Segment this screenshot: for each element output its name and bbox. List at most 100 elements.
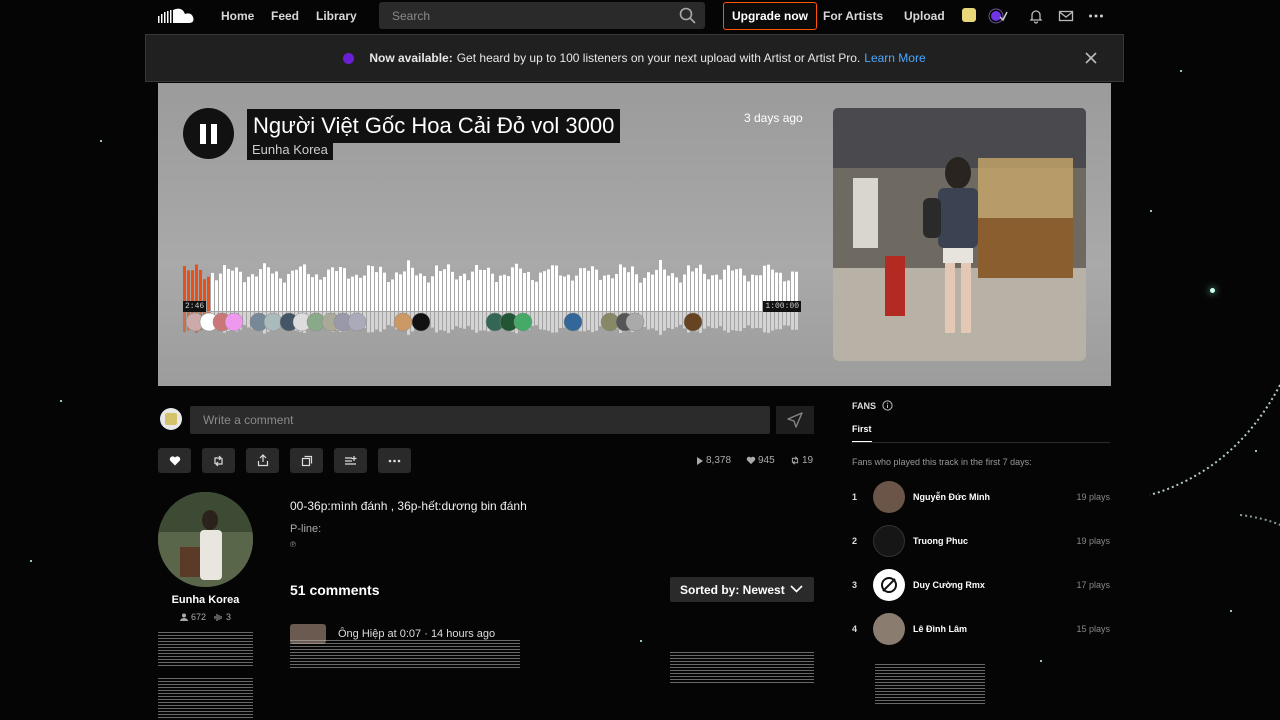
close-icon[interactable] [1084, 51, 1098, 65]
banner-text: Get heard by up to 100 listeners on your… [456, 51, 861, 65]
notifications-bell-icon[interactable] [1028, 8, 1044, 24]
messages-mail-icon[interactable] [1058, 8, 1074, 24]
share-button[interactable] [246, 448, 279, 473]
timed-comment-avatar[interactable] [263, 312, 283, 332]
waveform-reflection-bar [719, 312, 722, 327]
waveform-reflection-bar [367, 312, 370, 333]
info-icon[interactable] [882, 400, 893, 411]
waveform-reflection-bar [751, 312, 754, 329]
artist-pro-icon[interactable] [988, 8, 1008, 24]
more-options-icon[interactable] [1088, 8, 1104, 24]
soundcloud-logo-icon[interactable] [158, 7, 196, 25]
elapsed-time: 2:46 [183, 301, 207, 312]
send-comment-button[interactable] [776, 406, 814, 434]
waveform-bar [595, 269, 598, 311]
waveform-reflection-bar [183, 312, 186, 333]
repost-button[interactable] [202, 448, 235, 473]
waveform-bar [279, 278, 282, 311]
waveform-reflection-bar [475, 312, 478, 333]
waveform-bar [703, 273, 706, 311]
waveform-bar [459, 275, 462, 311]
timed-comment-avatar[interactable] [393, 312, 413, 332]
timed-comment-avatar[interactable] [411, 312, 431, 332]
waveform-bar [583, 268, 586, 311]
waveform-reflection-bar [663, 312, 666, 331]
fan-row[interactable]: 1 Nguyễn Đức Minh 19 plays [852, 481, 1110, 513]
timed-comment-avatar[interactable] [347, 312, 367, 332]
learn-more-link[interactable]: Learn More [864, 51, 925, 65]
waveform-reflection-bar [707, 312, 710, 327]
waveform-bar [387, 281, 390, 311]
waveform-bar [727, 265, 730, 311]
fan-row[interactable]: 3 Duy Cường Rmx 17 plays [852, 569, 1110, 601]
nav-feed[interactable]: Feed [271, 9, 299, 23]
p-line-symbol: ℗ [290, 540, 296, 549]
add-to-playlist-button[interactable] [334, 448, 367, 473]
fans-title: FANS [852, 400, 877, 411]
waveform-bar [495, 281, 498, 311]
waveform-bar [351, 276, 354, 311]
upgrade-now-button[interactable]: Upgrade now [723, 2, 817, 30]
search-input[interactable] [379, 8, 669, 23]
top-navigation: Home Feed Library Upgrade now For Artist… [0, 0, 1280, 32]
nav-for-artists[interactable]: For Artists [823, 9, 883, 23]
sort-comments-dropdown[interactable]: Sorted by: Newest [670, 577, 814, 602]
timed-comment-avatar[interactable] [563, 312, 583, 332]
waveform-bar [467, 280, 470, 311]
repost-count[interactable]: 19 [790, 455, 813, 466]
chevron-down-icon [790, 585, 803, 593]
fan-rank: 3 [852, 580, 858, 590]
waveform-reflection-bar [379, 312, 382, 332]
comment-input[interactable] [190, 406, 770, 434]
waveform-reflection-bar [763, 312, 766, 333]
timed-comment-avatar[interactable] [513, 312, 533, 332]
artist-name-link[interactable]: Eunha Korea [158, 594, 253, 606]
search-icon[interactable] [679, 7, 696, 24]
tab-first[interactable]: First [852, 424, 872, 442]
artist-avatar[interactable] [158, 492, 253, 587]
nav-home[interactable]: Home [221, 9, 254, 23]
waveform-bar [683, 274, 686, 311]
waveform-bar [451, 271, 454, 311]
timed-comment-avatar[interactable] [224, 312, 244, 332]
waveform-bar [579, 268, 582, 311]
tracks-icon [214, 614, 222, 621]
like-button[interactable] [158, 448, 191, 473]
waveform-bar [647, 272, 650, 311]
waveform-bar [655, 269, 658, 311]
timed-comment-avatar[interactable] [625, 312, 645, 332]
waveform-bar [215, 280, 218, 311]
copy-link-button[interactable] [290, 448, 323, 473]
waveform-bar [323, 277, 326, 311]
fan-row[interactable]: 2 Truong Phuc 19 plays [852, 525, 1110, 557]
repost-icon [214, 455, 223, 466]
nav-upload[interactable]: Upload [904, 9, 945, 23]
fan-row[interactable]: 4 Lê Đình Lâm 15 plays [852, 613, 1110, 645]
waveform-reflection-bar [731, 312, 734, 331]
waveform-reflection-bar [243, 312, 246, 325]
like-count[interactable]: 945 [746, 455, 775, 466]
fan-plays: 17 plays [1076, 580, 1110, 590]
user-avatar[interactable] [962, 8, 976, 22]
waveform-bar [383, 272, 386, 311]
track-artist-link[interactable]: Eunha Korea [247, 140, 333, 160]
waveform-bars[interactable] [183, 259, 801, 335]
more-actions-button[interactable] [378, 448, 411, 473]
sort-label: Sorted by: Newest [680, 582, 785, 597]
tracks-count[interactable]: 3 [214, 612, 231, 622]
waveform-bar [567, 274, 570, 311]
waveform-bar [407, 260, 410, 311]
timed-comment-avatar[interactable] [683, 312, 703, 332]
posted-time: 3 days ago [744, 111, 803, 125]
artist-pro-dot-icon [343, 52, 355, 64]
waveform-bar [255, 276, 258, 311]
waveform-reflection-bar [483, 312, 486, 331]
pause-button[interactable] [183, 108, 234, 159]
waveform[interactable]: 2:46 1:00:00 [183, 259, 801, 335]
waveform-reflection-bar [439, 312, 442, 330]
fans-subtitle: Fans who played this track in the first … [852, 457, 1032, 467]
nav-library[interactable]: Library [316, 9, 357, 23]
fan-name: Nguyễn Đức Minh [913, 492, 991, 502]
followers-count[interactable]: 672 [179, 612, 206, 622]
waveform-reflection-bar [555, 312, 558, 333]
